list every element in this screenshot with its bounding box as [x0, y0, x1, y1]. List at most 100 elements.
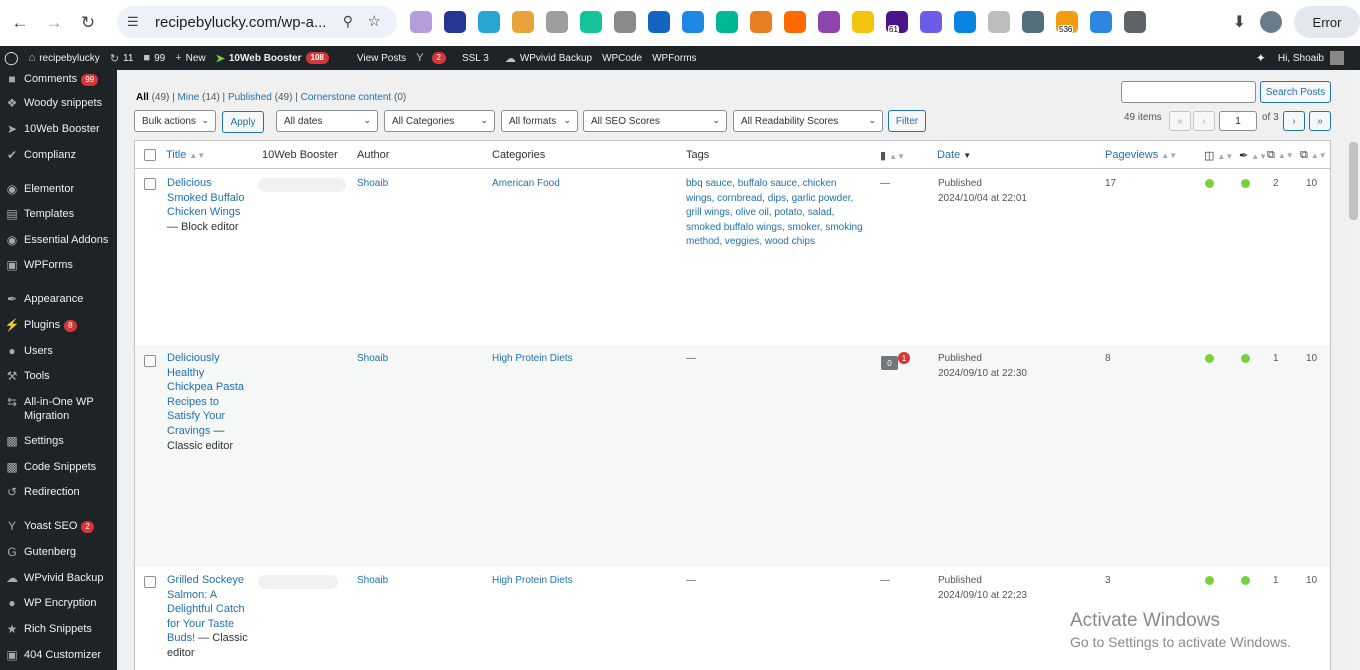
first-page-button[interactable]: « [1169, 111, 1191, 131]
pending-comments-badge[interactable]: 1 [898, 352, 910, 364]
current-page-input[interactable]: 1 [1219, 111, 1257, 131]
sidebar-item-wp-encryption[interactable]: ● WP Encryption [0, 596, 117, 610]
puzzle-icon[interactable] [1124, 11, 1146, 33]
ext-14-icon[interactable] [852, 11, 874, 33]
ext-5-icon[interactable] [546, 11, 568, 33]
booster-link[interactable]: ➤ 10Web Booster 108 [216, 52, 329, 65]
view-all[interactable]: All [136, 92, 149, 103]
sidebar-item-essential-addons[interactable]: ◉ Essential Addons [0, 233, 117, 247]
column-title[interactable]: Title ▲▼ [166, 149, 205, 161]
apply-button[interactable]: Apply [222, 111, 264, 133]
wordpress-logo-icon[interactable]: ◯ [4, 50, 19, 66]
sidebar-item-404-customizer[interactable]: ▣ 404 Customizer [0, 648, 117, 662]
sidebar-item-redirection[interactable]: ↺ Redirection [0, 485, 117, 499]
bulk-actions-select[interactable]: Bulk actions ⌄ [134, 110, 216, 132]
row-checkbox[interactable] [144, 355, 156, 367]
last-page-button[interactable]: » [1309, 111, 1331, 131]
ext-1-icon[interactable] [410, 11, 432, 33]
grammarly-icon[interactable] [580, 11, 602, 33]
view-cornerstone[interactable]: Cornerstone content [301, 92, 392, 103]
updates-link[interactable]: ↻ 11 [110, 52, 134, 65]
ext-15-icon[interactable]: 61 [886, 11, 908, 34]
post-title[interactable]: Deliciously Healthy Chickpea Pasta Recip… [167, 351, 249, 453]
bookmark-star-icon[interactable]: ☆ [368, 12, 381, 30]
ssl-link[interactable]: SSL 3 [462, 53, 489, 64]
comments-link[interactable]: ■ 99 [143, 52, 165, 64]
sidebar-item-settings[interactable]: ▩ Settings [0, 434, 117, 448]
column-pageviews[interactable]: Pageviews ▲▼ [1105, 149, 1177, 161]
view-mine[interactable]: Mine [178, 92, 200, 103]
readability-column-icon[interactable]: ✒ ▲▼ [1239, 149, 1267, 162]
address-bar[interactable]: ☰ recipebylucky.com/wp-a... ⚲ ☆ [117, 6, 397, 38]
sidebar-item-all-in-one-wp-migration[interactable]: ⇆ All-in-One WP Migration [0, 395, 117, 423]
forward-arrow-icon[interactable]: → [40, 9, 68, 37]
reload-icon[interactable]: ↻ [74, 9, 102, 37]
ext-13-icon[interactable] [818, 11, 840, 33]
dates-select[interactable]: All dates ⌄ [276, 110, 378, 132]
sidebar-item-gutenberg[interactable]: G Gutenberg [0, 545, 117, 559]
ext-2-icon[interactable] [444, 11, 466, 33]
sparkle-icon[interactable]: ✦ [1256, 51, 1266, 65]
post-category[interactable]: High Protein Diets [492, 352, 573, 367]
next-page-button[interactable]: › [1283, 111, 1305, 131]
post-author[interactable]: Shoaib [357, 352, 388, 367]
readability-scores-select[interactable]: All Readability Scores ⌄ [733, 110, 883, 132]
wpforms-link[interactable]: WPForms [652, 53, 696, 64]
site-name-link[interactable]: ⌂ recipebylucky [29, 52, 100, 64]
profile-avatar[interactable] [1260, 11, 1282, 33]
ubersuggest-icon[interactable] [784, 11, 806, 33]
formats-select[interactable]: All formats ⌄ [501, 110, 578, 132]
site-info-icon[interactable]: ☰ [127, 14, 149, 30]
column-date[interactable]: Date ▼ [937, 149, 971, 161]
ext-17-icon[interactable] [954, 11, 976, 33]
approved-comments-bubble[interactable]: 0 [881, 356, 898, 370]
seo-scores-select[interactable]: All SEO Scores ⌄ [583, 110, 727, 132]
sidebar-item-elementor[interactable]: ◉ Elementor [0, 182, 117, 196]
view-posts-link[interactable]: View Posts [357, 53, 406, 64]
scrollbar-thumb[interactable] [1349, 142, 1358, 220]
post-tags[interactable]: bbq sauce, buffalo sauce, chicken wings,… [686, 177, 866, 250]
ext-11-icon[interactable] [750, 11, 772, 33]
filter-button[interactable]: Filter [888, 110, 926, 132]
sidebar-item-plugins[interactable]: ⚡ Plugins 8 [0, 318, 117, 332]
prev-page-button[interactable]: ‹ [1193, 111, 1215, 131]
sidebar-item-10web-booster[interactable]: ➤ 10Web Booster [0, 122, 117, 136]
ext-21-icon[interactable] [1090, 11, 1112, 33]
row-checkbox[interactable] [144, 576, 156, 588]
outgoing-links-column-icon[interactable]: ⧉ ▲▼ [1267, 149, 1294, 162]
ext-10-icon[interactable] [716, 11, 738, 33]
sidebar-item-templates[interactable]: ▤ Templates [0, 207, 117, 221]
ext-20-icon[interactable]: 536 [1056, 11, 1078, 34]
wpcode-link[interactable]: WPCode [602, 53, 642, 64]
user-avatar[interactable] [1330, 51, 1344, 65]
account-greeting[interactable]: Hi, Shoaib [1278, 53, 1324, 64]
ext-4-icon[interactable] [512, 11, 534, 33]
sidebar-item-wpforms[interactable]: ▣ WPForms [0, 258, 117, 272]
ext-7-icon[interactable] [614, 11, 636, 33]
post-author[interactable]: Shoaib [357, 177, 388, 192]
post-title[interactable]: Grilled Sockeye Salmon: A Delightful Cat… [167, 573, 249, 661]
zoom-icon[interactable]: ⚲ [343, 13, 353, 30]
search-posts-button[interactable]: Search Posts [1260, 81, 1331, 103]
sidebar-item-wpvivid-backup[interactable]: ☁ WPvivid Backup [0, 571, 117, 585]
sidebar-item-rich-snippets[interactable]: ★ Rich Snippets [0, 622, 117, 636]
sidebar-item-appearance[interactable]: ✒ Appearance [0, 292, 117, 306]
sidebar-item-code-snippets[interactable]: ▩ Code Snippets [0, 460, 117, 474]
new-content-link[interactable]: + New [175, 52, 205, 64]
post-category[interactable]: American Food [492, 177, 560, 192]
column-comments[interactable]: ▮ ▲▼ [880, 149, 905, 162]
row-checkbox[interactable] [144, 178, 156, 190]
sidebar-item-users[interactable]: ● Users [0, 344, 117, 358]
view-published[interactable]: Published [228, 92, 272, 103]
incoming-links-column-icon[interactable]: ⧉ ▲▼ [1300, 149, 1327, 162]
page-scrollbar[interactable] [1347, 70, 1360, 670]
ext-8-icon[interactable] [648, 11, 670, 33]
post-author[interactable]: Shoaib [357, 574, 388, 589]
sidebar-item-yoast-seo[interactable]: Y Yoast SEO 2 [0, 519, 117, 533]
ext-3-icon[interactable] [478, 11, 500, 33]
ext-16-icon[interactable] [920, 11, 942, 33]
post-title[interactable]: Delicious Smoked Buffalo Chicken Wings —… [167, 176, 249, 234]
ext-18-icon[interactable] [988, 11, 1010, 33]
error-button[interactable]: Error [1294, 6, 1360, 38]
ext-9-icon[interactable] [682, 11, 704, 33]
